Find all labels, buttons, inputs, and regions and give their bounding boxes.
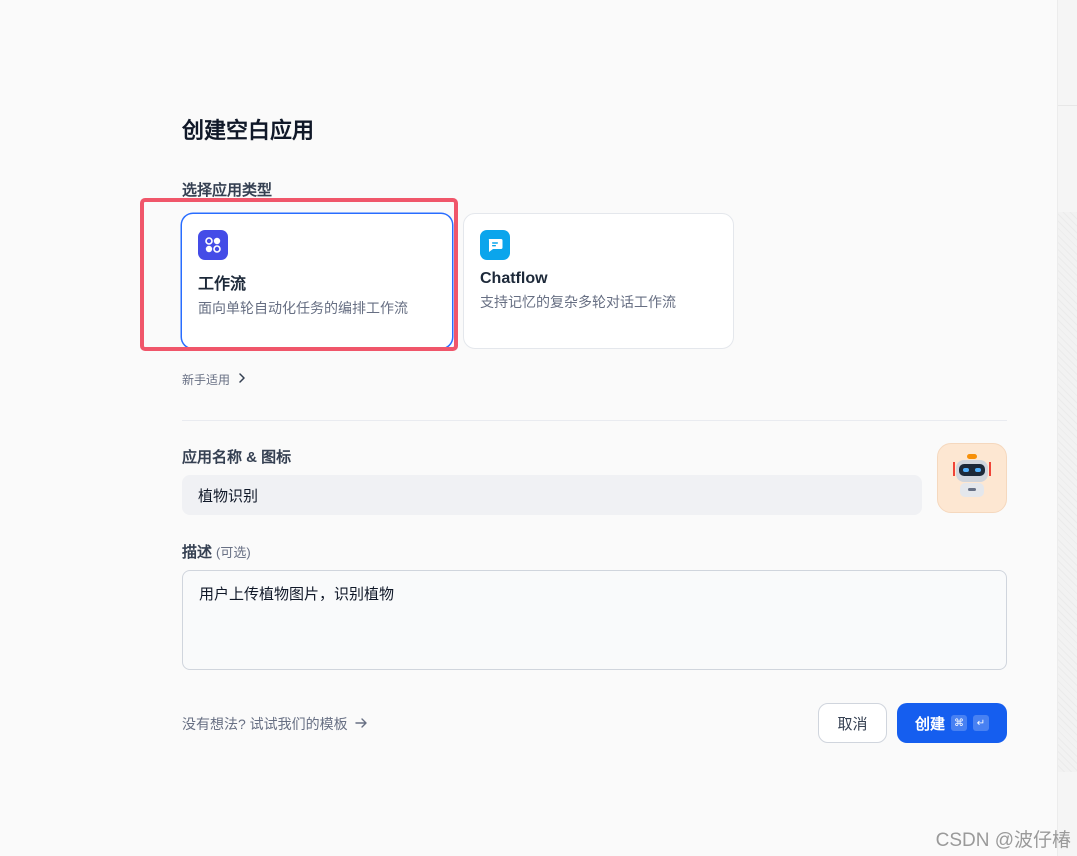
template-link-label: 没有想法? 试试我们的模板 — [182, 716, 348, 732]
app-type-label: 选择应用类型 — [182, 182, 273, 199]
panel-hatch — [1058, 212, 1077, 772]
app-icon-picker[interactable] — [937, 443, 1007, 513]
app-name-label: 应用名称 & 图标 — [182, 449, 292, 466]
chatflow-card-description: 支持记忆的复杂多轮对话工作流 — [480, 294, 676, 310]
beginner-link[interactable]: 新手适用 — [182, 371, 248, 388]
arrow-right-icon — [354, 716, 368, 733]
create-button-label: 创建 — [914, 715, 945, 733]
description-textarea[interactable]: 用户上传植物图片，识别植物 — [182, 570, 1007, 670]
cancel-button[interactable]: 取消 — [818, 703, 887, 743]
chevron-right-icon — [236, 372, 248, 387]
template-link[interactable]: 没有想法? 试试我们的模板 — [182, 714, 368, 734]
panel-divider — [1058, 105, 1077, 106]
app-type-workflow-card[interactable]: 工作流 面向单轮自动化任务的编排工作流 — [181, 213, 453, 349]
chatflow-card-title: Chatflow — [480, 270, 548, 287]
description-label-text: 描述 — [182, 544, 213, 561]
optional-hint: (可选) — [216, 545, 251, 560]
workflow-card-description: 面向单轮自动化任务的编排工作流 — [198, 300, 408, 316]
watermark: CSDN @波仔椿 — [935, 830, 1071, 851]
workflow-icon — [198, 230, 228, 260]
enter-key-icon: ↵ — [973, 715, 989, 731]
description-label: 描述 (可选) — [182, 541, 251, 562]
section-divider — [182, 420, 1007, 421]
command-key-icon: ⌘ — [951, 715, 967, 731]
workflow-card-title: 工作流 — [198, 276, 247, 293]
app-type-chatflow-card[interactable]: Chatflow 支持记忆的复杂多轮对话工作流 — [463, 213, 734, 349]
create-button[interactable]: 创建 ⌘ ↵ — [897, 703, 1007, 743]
app-name-input[interactable]: 植物识别 — [182, 475, 922, 515]
page-title: 创建空白应用 — [182, 118, 315, 143]
right-side-panel-edge — [1057, 0, 1077, 856]
beginner-link-label: 新手适用 — [182, 373, 231, 387]
chat-bubble-icon — [480, 230, 510, 260]
robot-icon — [948, 450, 996, 507]
